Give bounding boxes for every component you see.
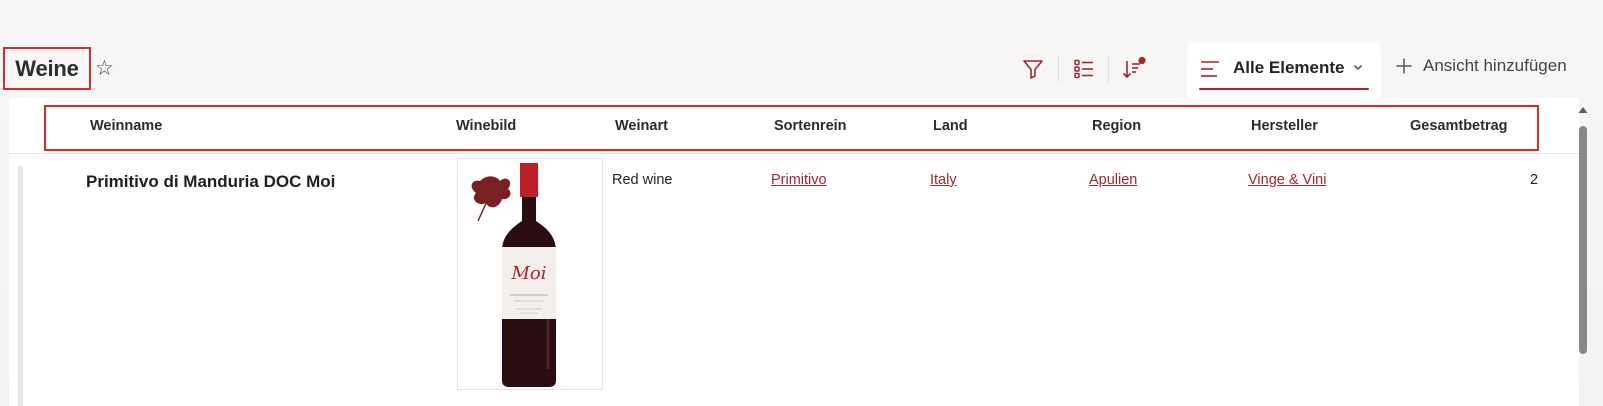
add-view-button[interactable]: Ansicht hinzufügen xyxy=(1395,56,1567,76)
page-title-box: Weine xyxy=(3,47,91,90)
column-header-gesamtbetrag[interactable]: Gesamtbetrag xyxy=(1410,118,1508,134)
chevron-down-icon[interactable] xyxy=(1352,61,1364,73)
plus-icon xyxy=(1396,58,1412,74)
vertical-scrollbar[interactable] xyxy=(1577,104,1589,406)
wine-name-cell[interactable]: Primitivo di Manduria DOC Moi xyxy=(86,172,335,192)
filter-button[interactable] xyxy=(1014,50,1052,88)
toolbar-divider xyxy=(1108,56,1109,82)
view-lines-icon xyxy=(1201,61,1219,77)
table-header-row: Weinname Winebild Weinart Sortenrein Lan… xyxy=(9,98,1579,154)
country-link[interactable]: Italy xyxy=(930,172,957,188)
region-link[interactable]: Apulien xyxy=(1089,172,1137,188)
column-header-winebild[interactable]: Winebild xyxy=(456,118,516,134)
scrollbar-thumb[interactable] xyxy=(1579,126,1587,354)
view-selector-tab[interactable]: Alle Elemente xyxy=(1187,42,1381,98)
bottle-label-text: Moi xyxy=(510,263,546,284)
list-grid: Weinname Winebild Weinart Sortenrein Lan… xyxy=(9,98,1579,406)
scroll-up-arrow-icon[interactable] xyxy=(1577,104,1589,116)
sort-icon xyxy=(1122,56,1146,78)
column-header-region[interactable]: Region xyxy=(1092,118,1141,134)
column-header-hersteller[interactable]: Hersteller xyxy=(1251,118,1318,134)
column-header-sortenrein[interactable]: Sortenrein xyxy=(774,118,847,134)
column-header-land[interactable]: Land xyxy=(933,118,968,134)
row-selection-marker[interactable] xyxy=(18,166,23,406)
favorite-star-icon[interactable]: ☆ xyxy=(95,58,114,79)
toolbar-divider xyxy=(1058,56,1059,82)
add-view-label: Ansicht hinzufügen xyxy=(1423,56,1567,75)
list-settings-button[interactable] xyxy=(1065,50,1103,88)
sort-button[interactable] xyxy=(1115,50,1153,88)
page-title: Weine xyxy=(15,55,79,81)
total-amount-cell: 2 xyxy=(1530,172,1539,188)
view-label: Alle Elemente xyxy=(1233,58,1345,77)
variety-link[interactable]: Primitivo xyxy=(771,172,827,188)
column-header-weinart[interactable]: Weinart xyxy=(615,118,668,134)
wine-type-cell: Red wine xyxy=(612,172,673,188)
wine-image[interactable]: Moi xyxy=(457,158,603,390)
producer-link[interactable]: Vinge & Vini xyxy=(1248,172,1326,188)
list-settings-icon xyxy=(1074,59,1093,79)
wine-bottle-image: Moi xyxy=(471,163,556,387)
filter-icon xyxy=(1023,60,1043,79)
active-view-underline xyxy=(1199,88,1369,90)
column-header-weinname[interactable]: Weinname xyxy=(90,118,162,134)
